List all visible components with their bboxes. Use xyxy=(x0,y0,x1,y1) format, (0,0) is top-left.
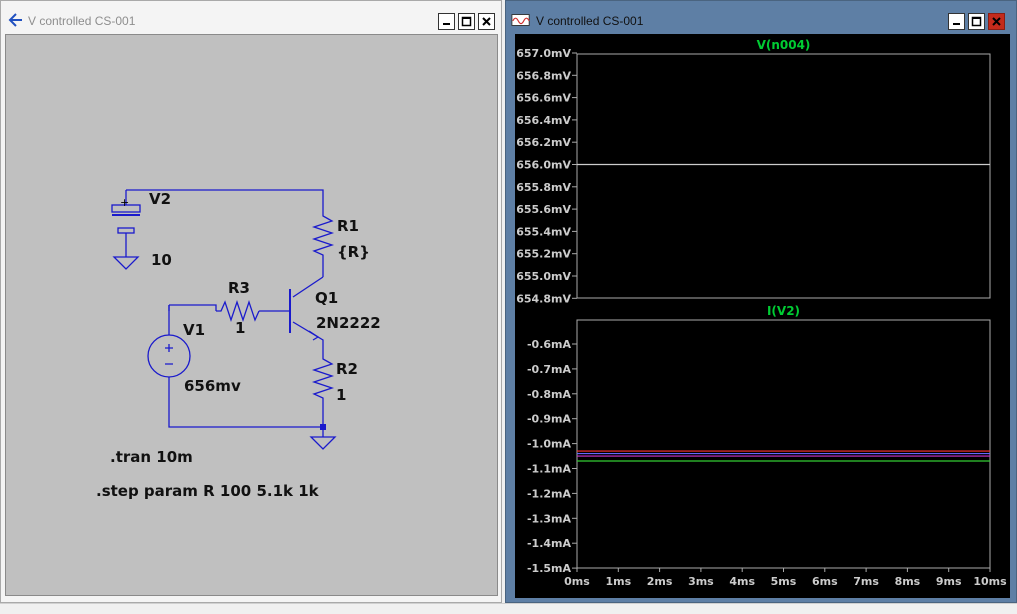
x-tick-label: 6ms xyxy=(812,575,838,588)
close-button[interactable] xyxy=(478,13,495,30)
y-tick-label: -1.1mA xyxy=(527,463,572,476)
wire-v1-r3 xyxy=(168,304,217,311)
plot-titlebar[interactable]: V controlled CS-001 xyxy=(506,1,1016,34)
y-tick-label: -1.3mA xyxy=(527,512,572,525)
ground-symbol-v2 xyxy=(112,256,140,270)
label-r3-name[interactable]: R3 xyxy=(228,279,250,297)
resistor-r2-symbol xyxy=(311,350,335,427)
trace-label[interactable]: I(V2) xyxy=(767,304,800,318)
maximize-icon xyxy=(971,16,982,27)
x-tick-label: 5ms xyxy=(771,575,797,588)
y-tick-label: -1.5mA xyxy=(527,562,572,575)
y-tick-label: 655.8mV xyxy=(516,181,571,194)
voltage-source-v1-symbol xyxy=(147,334,191,378)
y-tick-label: 656.6mV xyxy=(516,92,571,105)
waveform-icon xyxy=(511,14,530,26)
maximize-button[interactable] xyxy=(968,13,985,30)
junction-node xyxy=(320,424,326,430)
schematic-drawing[interactable]: + V2 10 R1 {R} R3 1 Q1 2N2222 V1 656mv R… xyxy=(6,35,497,595)
label-v2-name[interactable]: V2 xyxy=(149,190,171,208)
close-button[interactable] xyxy=(988,13,1005,30)
y-tick-label: 655.0mV xyxy=(516,270,571,283)
close-icon xyxy=(482,17,491,26)
y-tick-label: 654.8mV xyxy=(516,292,571,305)
label-q1-name[interactable]: Q1 xyxy=(315,289,338,307)
schematic-canvas[interactable]: + V2 10 R1 {R} R3 1 Q1 2N2222 V1 656mv R… xyxy=(5,34,498,596)
y-tick-label: 655.2mV xyxy=(516,248,571,261)
label-r3-value[interactable]: 1 xyxy=(235,319,245,337)
plot-canvas[interactable]: V(n004) 657.0mV 656.8mV 656.6mV 656.4mV 656.2… xyxy=(515,34,1010,598)
trace-label[interactable]: V(n004) xyxy=(757,38,811,52)
minimize-button[interactable] xyxy=(948,13,965,30)
directive-step[interactable]: .step param R 100 5.1k 1k xyxy=(96,482,320,500)
label-v2-value[interactable]: 10 xyxy=(151,251,172,269)
maximize-button[interactable] xyxy=(458,13,475,30)
minimize-button[interactable] xyxy=(438,13,455,30)
label-q1-value[interactable]: 2N2222 xyxy=(316,314,381,332)
directive-tran[interactable]: .tran 10m xyxy=(110,448,193,466)
y-tick-label: 655.6mV xyxy=(516,203,571,216)
label-r2-value[interactable]: 1 xyxy=(336,386,346,404)
ground-symbol-right xyxy=(309,436,337,450)
y-tick-label: 656.4mV xyxy=(516,114,571,127)
y-tick-label: -1.4mA xyxy=(527,537,572,550)
plot-window-title: V controlled CS-001 xyxy=(536,14,644,28)
label-r1-name[interactable]: R1 xyxy=(337,217,359,235)
minimize-icon xyxy=(953,23,960,25)
y-tick-label: -0.9mA xyxy=(527,413,572,426)
x-tick-label: 2ms xyxy=(647,575,673,588)
plus-sign: + xyxy=(120,196,129,209)
x-tick-label: 4ms xyxy=(729,575,755,588)
y-tick-label: 656.0mV xyxy=(516,159,571,172)
x-tick-label: 0ms xyxy=(564,575,590,588)
minimize-icon xyxy=(443,23,450,25)
x-tick-label: 3ms xyxy=(688,575,714,588)
y-tick-label: -0.6mA xyxy=(527,338,572,351)
y-tick-label: 656.8mV xyxy=(516,69,571,82)
label-r2-name[interactable]: R2 xyxy=(336,360,358,378)
y-tick-label: 657.0mV xyxy=(516,47,571,60)
maximize-icon xyxy=(461,16,472,27)
x-tick-label: 10ms xyxy=(973,575,1007,588)
x-tick-label: 1ms xyxy=(605,575,631,588)
schematic-icon xyxy=(8,13,22,27)
y-tick-label: -0.8mA xyxy=(527,388,572,401)
y-tick-label: -1.0mA xyxy=(527,438,572,451)
waveform-plots[interactable]: V(n004) 657.0mV 656.8mV 656.6mV 656.4mV 656.2… xyxy=(515,34,1010,598)
schematic-window[interactable]: V controlled CS-001 + V2 10 R1 {R} R3 1 … xyxy=(0,0,502,603)
label-r1-value[interactable]: {R} xyxy=(337,243,370,261)
y-tick-label: -1.2mA xyxy=(527,487,572,500)
plot-frame xyxy=(576,53,991,299)
resistor-r1-symbol xyxy=(311,212,335,277)
schematic-titlebar[interactable]: V controlled CS-001 xyxy=(1,1,501,34)
label-v1-name[interactable]: V1 xyxy=(183,321,205,339)
status-bar xyxy=(0,603,1017,614)
y-tick-label: -0.7mA xyxy=(527,363,572,376)
x-tick-label: 8ms xyxy=(895,575,921,588)
plot-window[interactable]: V controlled CS-001 V(n004) 657.0mV 656.8m… xyxy=(505,0,1017,603)
y-tick-label: 656.2mV xyxy=(516,136,571,149)
resistor-r3-symbol xyxy=(216,299,260,323)
x-tick-label: 9ms xyxy=(936,575,962,588)
close-icon xyxy=(992,17,1001,26)
x-tick-label: 7ms xyxy=(853,575,879,588)
plot-frame xyxy=(576,319,991,569)
schematic-window-title: V controlled CS-001 xyxy=(28,14,136,28)
y-tick-label: 655.4mV xyxy=(516,225,571,238)
emitter-arrow xyxy=(308,330,320,341)
label-v1-value[interactable]: 656mv xyxy=(184,377,241,395)
